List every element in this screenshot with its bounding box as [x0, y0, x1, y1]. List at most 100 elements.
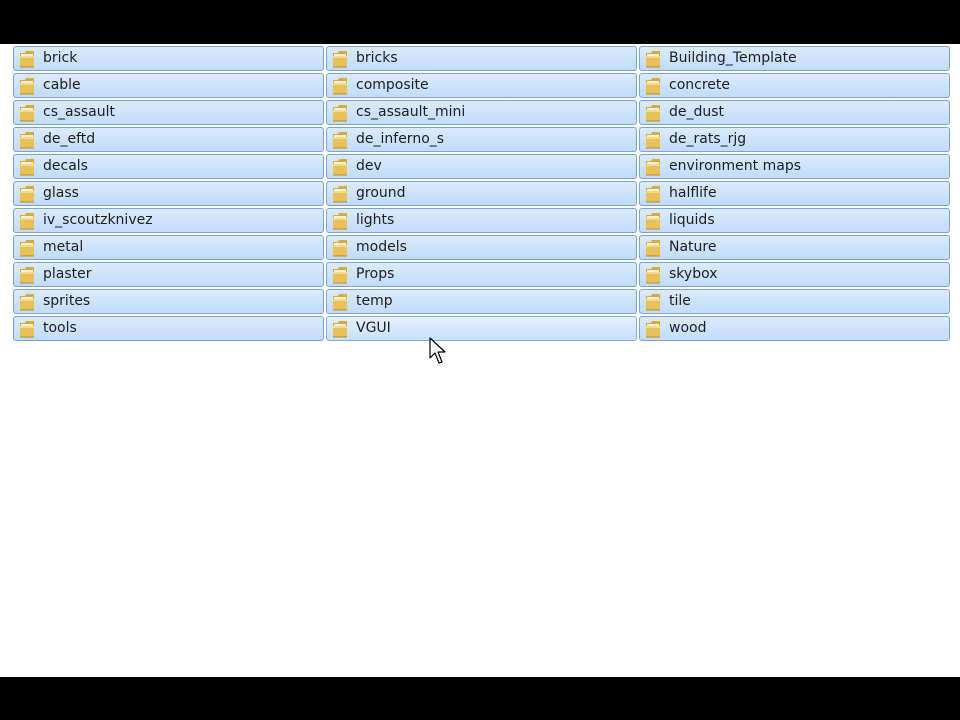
folder-label: sprites — [43, 293, 91, 309]
folder-label: decals — [43, 158, 88, 174]
folder-icon — [332, 77, 348, 95]
folder-label: Nature — [669, 239, 717, 255]
folder-label: Props — [356, 266, 395, 282]
folder-icon — [332, 158, 348, 176]
folder-item[interactable]: cs_assault_mini — [326, 100, 637, 125]
folder-item[interactable]: concrete — [639, 73, 950, 98]
folder-item[interactable]: metal — [13, 235, 324, 260]
folder-label: wood — [669, 320, 707, 336]
folder-icon — [19, 158, 35, 176]
folder-label: composite — [356, 77, 429, 93]
folder-item[interactable]: brick — [13, 46, 324, 71]
folder-label: Building_Template — [669, 50, 797, 66]
folder-icon — [645, 320, 661, 338]
folder-label: de_eftd — [43, 131, 96, 147]
folder-label: concrete — [669, 77, 730, 93]
folder-icon — [645, 212, 661, 230]
folder-icon — [19, 185, 35, 203]
folder-icon — [645, 293, 661, 311]
folder-item[interactable]: glass — [13, 181, 324, 206]
folder-item[interactable]: VGUI — [326, 316, 637, 341]
folder-icon — [19, 104, 35, 122]
folder-item[interactable]: de_rats_rjg — [639, 127, 950, 152]
folder-icon — [19, 77, 35, 95]
folder-icon — [332, 239, 348, 257]
folder-label: iv_scoutzknivez — [43, 212, 153, 228]
folder-label: brick — [43, 50, 78, 66]
folder-item[interactable]: liquids — [639, 208, 950, 233]
folder-item[interactable]: composite — [326, 73, 637, 98]
folder-item[interactable]: dev — [326, 154, 637, 179]
folder-icon — [645, 158, 661, 176]
folder-grid: brick bricks Building_Templatecable composi… — [13, 46, 951, 341]
folder-item[interactable]: halflife — [639, 181, 950, 206]
folder-icon — [332, 131, 348, 149]
folder-label: cs_assault — [43, 104, 115, 120]
folder-item[interactable]: bricks — [326, 46, 637, 71]
folder-item[interactable]: de_inferno_s — [326, 127, 637, 152]
folder-icon — [332, 212, 348, 230]
folder-icon — [19, 266, 35, 284]
folder-label: liquids — [669, 212, 715, 228]
folder-icon — [645, 185, 661, 203]
folder-item[interactable]: cable — [13, 73, 324, 98]
folder-item[interactable]: wood — [639, 316, 950, 341]
folder-item[interactable]: decals — [13, 154, 324, 179]
folder-item[interactable]: tile — [639, 289, 950, 314]
folder-item[interactable]: cs_assault — [13, 100, 324, 125]
folder-icon — [332, 104, 348, 122]
folder-icon — [332, 293, 348, 311]
folder-label: ground — [356, 185, 406, 201]
folder-label: cable — [43, 77, 81, 93]
folder-icon — [645, 77, 661, 95]
folder-item[interactable]: temp — [326, 289, 637, 314]
folder-item[interactable]: Building_Template — [639, 46, 950, 71]
video-frame: brick bricks Building_Templatecable composi… — [0, 0, 960, 720]
folder-item[interactable]: plaster — [13, 262, 324, 287]
folder-icon — [332, 185, 348, 203]
folder-label: lights — [356, 212, 395, 228]
folder-item[interactable]: ground — [326, 181, 637, 206]
folder-icon — [645, 131, 661, 149]
folder-label: VGUI — [356, 320, 391, 336]
folder-label: dev — [356, 158, 382, 174]
folder-icon — [645, 104, 661, 122]
folder-icon — [19, 50, 35, 68]
folder-icon — [19, 293, 35, 311]
folder-icon — [645, 50, 661, 68]
folder-icon — [19, 131, 35, 149]
folder-icon — [19, 212, 35, 230]
folder-icon — [19, 320, 35, 338]
folder-icon — [332, 320, 348, 338]
folder-item[interactable]: de_dust — [639, 100, 950, 125]
folder-label: metal — [43, 239, 84, 255]
folder-item[interactable]: iv_scoutzknivez — [13, 208, 324, 233]
folder-item[interactable]: lights — [326, 208, 637, 233]
folder-item[interactable]: skybox — [639, 262, 950, 287]
folder-label: tile — [669, 293, 691, 309]
mouse-pointer-icon — [429, 337, 446, 364]
folder-item[interactable]: Props — [326, 262, 637, 287]
folder-item[interactable]: tools — [13, 316, 324, 341]
folder-icon — [645, 239, 661, 257]
folder-label: environment maps — [669, 158, 802, 174]
folder-icon — [332, 50, 348, 68]
folder-label: de_rats_rjg — [669, 131, 747, 147]
folder-label: glass — [43, 185, 79, 201]
folder-item[interactable]: de_eftd — [13, 127, 324, 152]
folder-label: cs_assault_mini — [356, 104, 466, 120]
folder-item[interactable]: sprites — [13, 289, 324, 314]
folder-label: skybox — [669, 266, 718, 282]
folder-item[interactable]: models — [326, 235, 637, 260]
folder-item[interactable]: environment maps — [639, 154, 950, 179]
folder-label: temp — [356, 293, 393, 309]
folder-label: de_inferno_s — [356, 131, 445, 147]
folder-label: models — [356, 239, 407, 255]
folder-label: halflife — [669, 185, 717, 201]
folder-item[interactable]: Nature — [639, 235, 950, 260]
folder-icon — [332, 266, 348, 284]
folder-label: plaster — [43, 266, 92, 282]
folder-icon — [19, 239, 35, 257]
folder-label: tools — [43, 320, 77, 336]
folder-label: de_dust — [669, 104, 725, 120]
